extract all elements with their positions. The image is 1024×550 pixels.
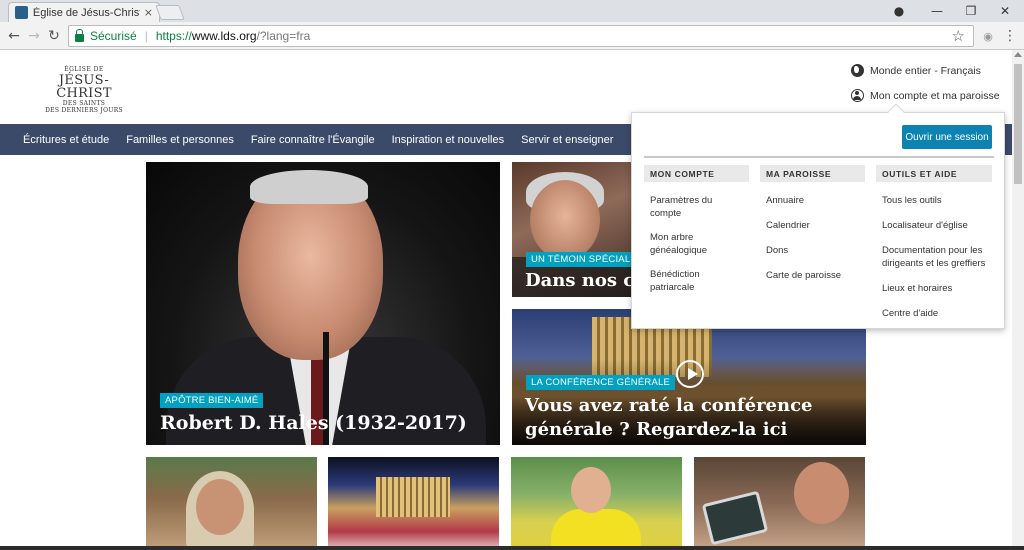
region-language-label: Monde entier - Français: [870, 64, 981, 77]
witness-title[interactable]: Dans nos co: [525, 270, 646, 292]
photo-face: [196, 479, 244, 535]
minimize-button[interactable]: —: [922, 2, 952, 20]
witness-photo-face: [530, 180, 600, 260]
new-tab-button[interactable]: [155, 5, 185, 20]
url-scheme: https://: [155, 29, 192, 43]
card-youth-image[interactable]: [511, 457, 682, 550]
reload-icon[interactable]: ↻: [44, 26, 64, 46]
link-places-times[interactable]: Lieux et horaires: [882, 282, 992, 295]
site-favicon-icon: [15, 6, 28, 19]
hero-photo-hair: [250, 170, 368, 204]
profile-icon[interactable]: ●: [884, 2, 914, 20]
card-conference-center-image[interactable]: [328, 457, 499, 550]
column-links: Annuaire Calendrier Dons Carte de parois…: [760, 194, 865, 282]
link-patriarchal-blessing[interactable]: Bénédiction patriarcale: [650, 268, 720, 294]
account-dropdown-panel: Ouvrir une session MON COMPTE Paramètres…: [631, 103, 1005, 329]
back-arrow-icon[interactable]: ←: [4, 26, 24, 46]
hero-title[interactable]: Robert D. Hales (1932-2017): [160, 412, 467, 435]
link-meetinghouse-locator[interactable]: Localisateur d'église: [882, 219, 992, 232]
photo-organ-pipes: [376, 477, 450, 517]
column-heading: OUTILS ET AIDE: [876, 165, 992, 182]
scroll-thumb[interactable]: [1014, 64, 1022, 184]
link-leader-documentation[interactable]: Documentation pour les dirigeants et les…: [882, 244, 990, 270]
forward-arrow-icon[interactable]: →: [24, 26, 44, 46]
photo-yellow-shirt: [551, 509, 641, 550]
column-links: Tous les outils Localisateur d'église Do…: [876, 194, 992, 320]
account-ward-label: Mon compte et ma paroisse: [870, 89, 1000, 102]
conference-badge: LA CONFÉRENCE GÉNÉRALE: [526, 375, 676, 390]
logo-line-4: DES DERNIERS JOURS: [45, 107, 123, 114]
browser-menu-icon[interactable]: ⋮: [1000, 26, 1020, 46]
link-all-tools[interactable]: Tous les outils: [882, 194, 992, 207]
hero-card-hales[interactable]: APÔTRE BIEN-AIMÉ Robert D. Hales (1932-2…: [146, 162, 500, 445]
restore-button[interactable]: ❐: [956, 2, 986, 20]
secure-label: Sécurisé: [90, 29, 137, 43]
url-host: www.lds.org: [191, 29, 257, 43]
bookmark-star-icon[interactable]: ☆: [952, 27, 965, 45]
browser-tabstrip: Église de Jésus-Christ des × ● — ❐ ✕: [0, 0, 1024, 22]
region-language-link[interactable]: Monde entier - Français: [851, 64, 981, 77]
nav-item-families[interactable]: Familles et personnes: [126, 134, 234, 146]
browser-tab-active[interactable]: Église de Jésus-Christ des ×: [8, 2, 160, 22]
extension-icon[interactable]: ◉: [978, 26, 998, 46]
general-conference-card[interactable]: LA CONFÉRENCE GÉNÉRALE Vous avez raté la…: [512, 309, 866, 445]
link-donations[interactable]: Dons: [766, 244, 865, 257]
nav-item-serve-teach[interactable]: Servir et enseigner: [521, 134, 613, 146]
nav-item-scriptures[interactable]: Écritures et étude: [23, 134, 109, 146]
conference-title-line-2[interactable]: générale ? Regardez-la ici: [525, 419, 787, 441]
lock-icon: [75, 28, 84, 42]
tab-close-icon[interactable]: ×: [144, 6, 153, 19]
photo-tablet: [701, 490, 769, 546]
tab-title: Église de Jésus-Christ des: [32, 6, 140, 19]
column-tools-help: OUTILS ET AIDE Tous les outils Localisat…: [876, 165, 992, 320]
link-directory[interactable]: Annuaire: [766, 194, 865, 207]
logo-line-2: JÉSUS-CHRIST: [56, 73, 112, 101]
conference-title-line-1[interactable]: Vous avez raté la conférence: [525, 395, 813, 417]
card-jesus-image[interactable]: [146, 457, 317, 550]
card-tablet-image[interactable]: [694, 457, 865, 550]
link-family-tree[interactable]: Mon arbre généalogique: [650, 231, 720, 257]
page-scrollbar[interactable]: [1012, 50, 1024, 546]
browser-toolbar: ← → ↻ Sécurisé | https:// www.lds.org /?…: [0, 22, 1024, 50]
column-links: Paramètres du compte Mon arbre généalogi…: [644, 194, 749, 294]
column-heading: MA PAROISSE: [760, 165, 865, 182]
url-separator: |: [144, 29, 148, 43]
witness-badge: UN TÉMOIN SPÉCIAL: [526, 252, 636, 267]
link-calendar[interactable]: Calendrier: [766, 219, 865, 232]
hero-badge: APÔTRE BIEN-AIMÉ: [160, 393, 264, 408]
church-logo[interactable]: ÉGLISE DE JÉSUS-CHRIST DES SAINTS DES DE…: [34, 67, 134, 114]
user-icon: [851, 89, 864, 102]
column-my-account: MON COMPTE Paramètres du compte Mon arbr…: [644, 165, 749, 294]
window-close-button[interactable]: ✕: [990, 2, 1020, 20]
globe-icon: [851, 64, 864, 77]
column-heading: MON COMPTE: [644, 165, 749, 182]
play-video-icon[interactable]: [676, 360, 704, 388]
url-path: /?lang=fra: [256, 29, 311, 43]
nav-item-share-gospel[interactable]: Faire connaître l'Évangile: [251, 134, 375, 146]
nav-item-inspiration[interactable]: Inspiration et nouvelles: [392, 134, 505, 146]
column-my-ward: MA PAROISSE Annuaire Calendrier Dons Car…: [760, 165, 865, 282]
sign-in-button[interactable]: Ouvrir une session: [902, 125, 992, 149]
address-bar-input[interactable]: Sécurisé | https:// www.lds.org /?lang=f…: [68, 25, 974, 47]
scroll-up-arrow-icon[interactable]: [1014, 52, 1022, 57]
taskbar-edge: [0, 546, 1024, 550]
photo-face: [571, 467, 611, 513]
link-account-settings[interactable]: Paramètres du compte: [650, 194, 720, 220]
photo-face: [794, 462, 849, 524]
panel-divider: [644, 156, 994, 158]
account-ward-link[interactable]: Mon compte et ma paroisse: [851, 89, 1000, 102]
link-ward-map[interactable]: Carte de paroisse: [766, 269, 865, 282]
link-help-center[interactable]: Centre d'aide: [882, 307, 992, 320]
